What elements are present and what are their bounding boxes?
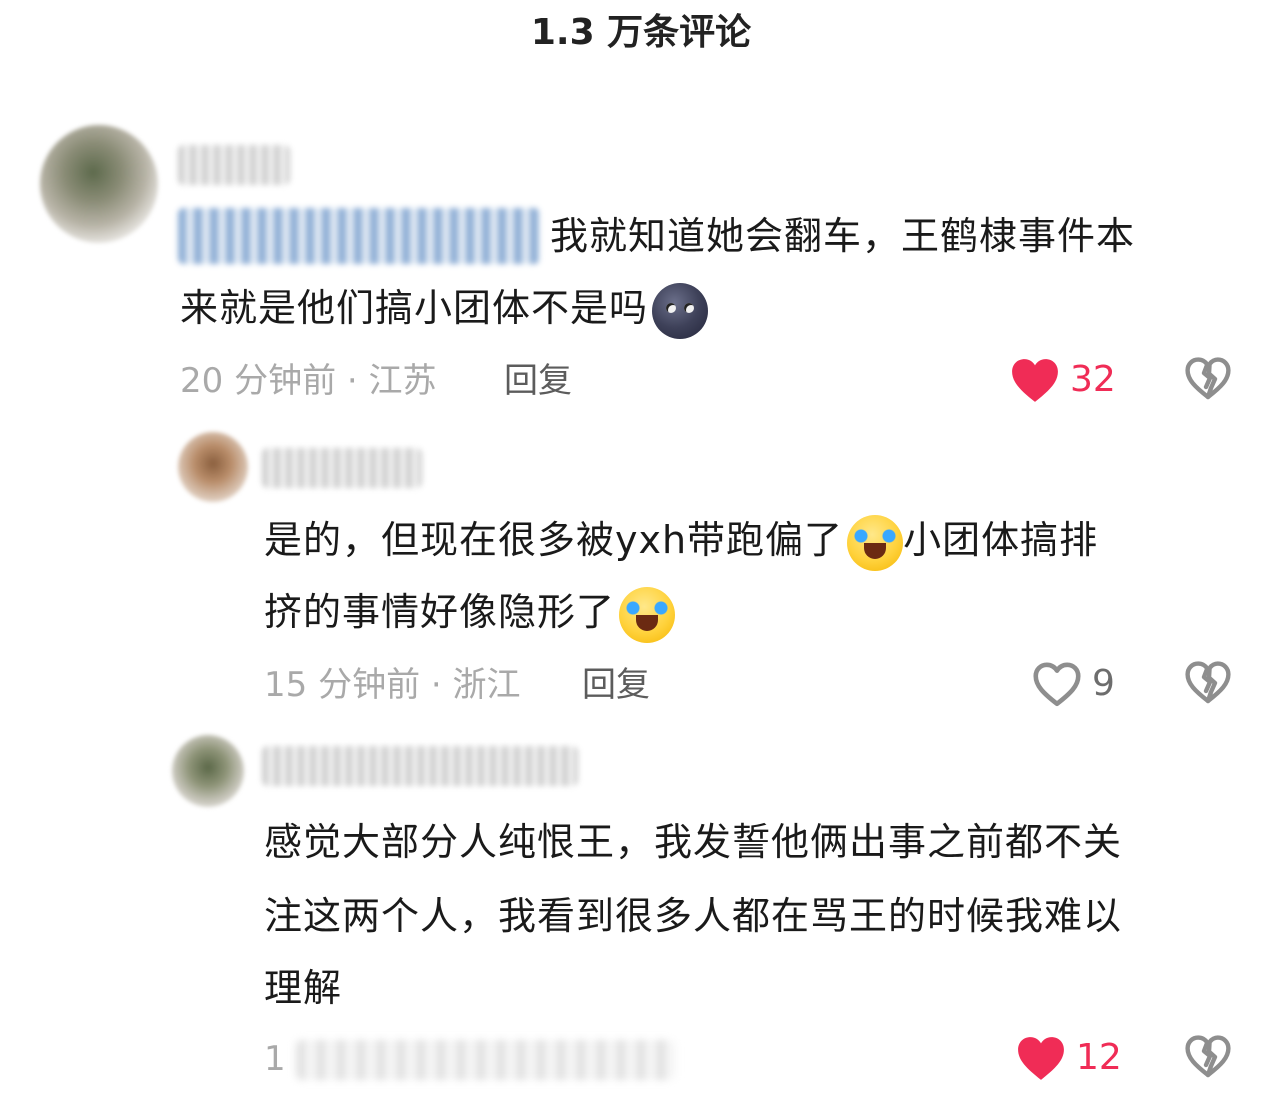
dislike-button[interactable] [1184, 1034, 1232, 1082]
avatar[interactable] [172, 735, 244, 807]
comment-text-line: 注这两个人，我看到很多人都在骂王的时候我难以 [264, 894, 1123, 938]
like-button[interactable]: 32 [1010, 352, 1116, 408]
comment-text-segment: 小团体搞排 [903, 518, 1099, 562]
avatar[interactable] [178, 432, 248, 502]
like-button[interactable]: 9 [1032, 656, 1115, 712]
comment-text-line: 理解 [264, 966, 343, 1010]
heart-icon [1018, 1037, 1064, 1080]
dislike-button[interactable] [1184, 660, 1232, 708]
username-blurred[interactable] [262, 448, 422, 488]
comment-time-location: 1 [264, 1039, 286, 1079]
comment-time-location: 20 分钟前 · 江苏 [180, 361, 437, 401]
like-count: 9 [1092, 663, 1115, 704]
comment-text-segment: 来就是他们搞小团体不是吗 [180, 286, 649, 330]
heart-icon [1012, 359, 1058, 402]
comment-text-line: 感觉大部分人纯恨王，我发誓他俩出事之前都不关 [264, 820, 1123, 864]
comment-text-line: 是的，但现在很多被yxh带跑偏了 小团体搞排 [264, 504, 1098, 576]
broken-heart-icon [1185, 1035, 1231, 1078]
comment-time-location: 15 分钟前 · 浙江 [264, 665, 521, 705]
comment-text-line: 挤的事情好像隐形了 [264, 576, 676, 648]
comment-text-line: 来就是他们搞小团体不是吗 [180, 272, 709, 344]
reply-to-tag-blurred[interactable] [178, 208, 540, 264]
meta-blurred [296, 1040, 676, 1080]
new-moon-face-icon [652, 282, 709, 339]
username-blurred[interactable] [262, 746, 578, 786]
avatar[interactable] [40, 125, 158, 243]
username-blurred[interactable] [178, 145, 290, 185]
comment-text-segment: 挤的事情好像隐形了 [264, 590, 616, 634]
heart-outline-icon [1033, 662, 1081, 707]
broken-heart-icon [1185, 357, 1231, 400]
like-count: 32 [1070, 359, 1116, 400]
crying-face-icon [847, 514, 904, 571]
reply-button[interactable]: 回复 [504, 356, 572, 406]
reply-button[interactable]: 回复 [582, 660, 650, 710]
broken-heart-icon [1185, 661, 1231, 704]
comment-text-segment: 是的，但现在很多被yxh带跑偏了 [264, 518, 844, 562]
comment-text-line: 我就知道她会翻车，王鹤棣事件本 [550, 214, 1136, 258]
like-count: 12 [1076, 1037, 1122, 1078]
dislike-button[interactable] [1184, 356, 1232, 404]
like-button[interactable]: 12 [1016, 1030, 1122, 1086]
crying-face-icon [619, 586, 676, 643]
comments-count-title: 1.3 万条评论 [530, 12, 752, 53]
